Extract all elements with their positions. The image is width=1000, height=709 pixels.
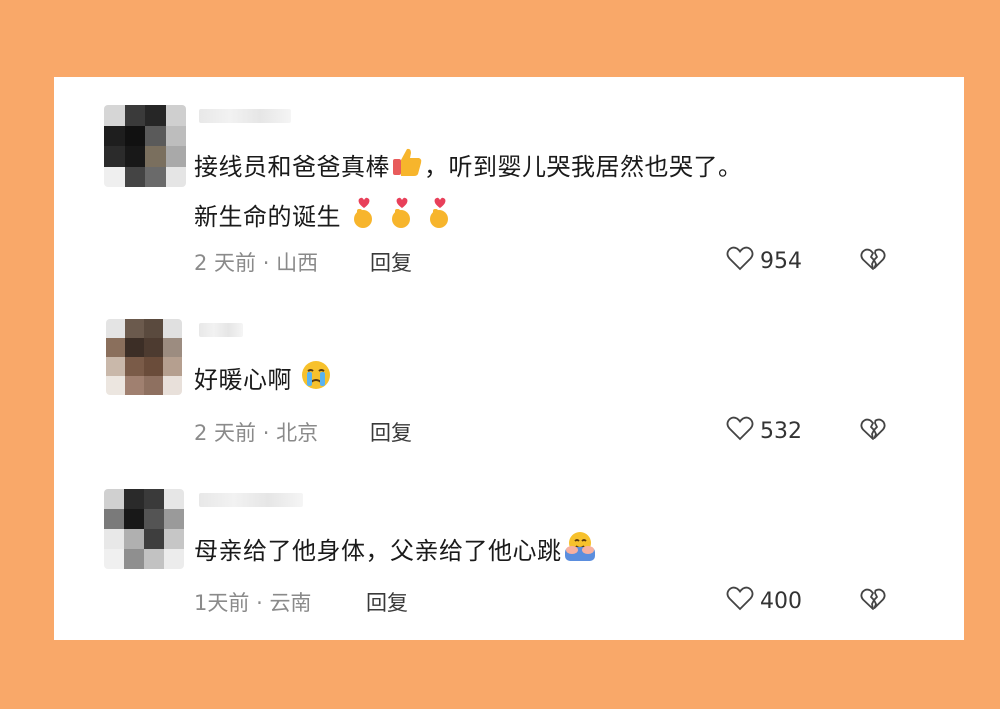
comment-text: 好暖心啊 [194,359,332,403]
reply-button[interactable]: 回复 [370,247,412,277]
comment-meta: 1天前 · 云南 [194,587,311,617]
hugging-face-icon [562,529,598,575]
meta-separator: · [256,591,263,615]
heart-icon [726,415,754,447]
like-count: 954 [760,248,802,274]
like-button[interactable]: 400 [726,585,802,617]
comment-text: 母亲给了他身体，父亲给了他心跳 [194,529,598,575]
meta-separator: · [262,421,270,445]
broken-heart-icon [860,418,886,445]
dislike-button[interactable] [860,417,886,445]
username-blurred[interactable] [199,109,291,123]
username-blurred[interactable] [199,323,243,337]
dislike-button[interactable] [860,247,886,275]
comment-time: 2 天前 [194,251,257,275]
like-button[interactable]: 532 [726,415,802,447]
comment-item: 母亲给了他身体，父亲给了他心跳 1天前 · 云南 回复 400 [54,487,964,657]
crying-face-icon [300,359,332,403]
like-count: 532 [760,418,802,444]
comment-item: 好暖心啊 2 天前 · 北京 回复 532 [54,317,964,487]
finger-heart-icon [425,195,455,241]
avatar[interactable] [104,489,184,569]
heart-icon [726,245,754,277]
comment-item: 接线员和爸爸真棒 ，听到婴儿哭我居然也哭了。 新生命的诞生 2 天前 · 山西 回… [54,97,964,275]
reply-button[interactable]: 回复 [366,587,408,617]
broken-heart-icon [860,588,886,615]
finger-heart-icon [387,195,417,241]
comment-text: 接线员和爸爸真棒 ，听到婴儿哭我居然也哭了。 [194,145,743,191]
heart-icon [726,585,754,617]
username-blurred[interactable] [199,493,303,507]
finger-heart-icon [349,195,379,241]
comment-meta: 2 天前 · 山西 [194,247,318,277]
avatar[interactable] [106,319,182,395]
comment-location: 云南 [269,591,312,615]
reply-button[interactable]: 回复 [370,417,412,447]
thumbs-up-icon [390,145,424,191]
comment-location: 山西 [276,251,319,275]
like-button[interactable]: 954 [726,245,802,277]
comment-time: 2 天前 [194,421,257,445]
comment-text-line2: 新生命的诞生 [194,195,455,241]
comment-panel: 接线员和爸爸真棒 ，听到婴儿哭我居然也哭了。 新生命的诞生 2 天前 · 山西 回… [54,77,964,640]
meta-separator: · [262,251,270,275]
comment-location: 北京 [276,421,319,445]
comment-time: 1天前 [194,591,250,615]
comment-meta: 2 天前 · 北京 [194,417,318,447]
like-count: 400 [760,588,802,614]
avatar[interactable] [104,105,186,187]
broken-heart-icon [860,248,886,275]
dislike-button[interactable] [860,587,886,615]
